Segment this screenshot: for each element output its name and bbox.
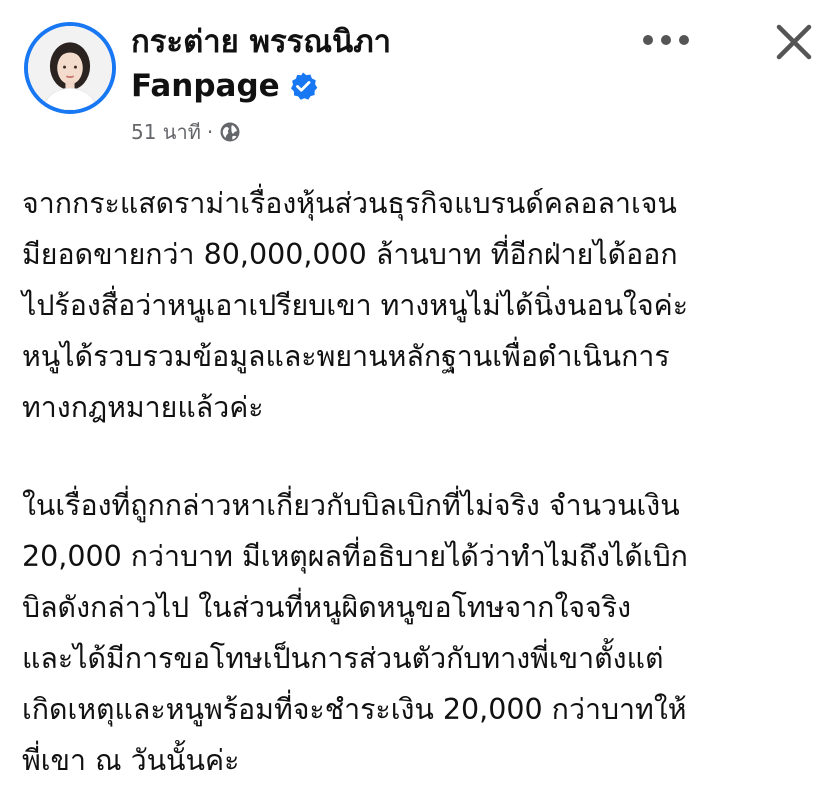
post-header: กระต่าย พรรณนิภา Fanpage 51 นาที · [0, 0, 820, 160]
post-body: จากกระแสดราม่าเรื่องหุ้นส่วนธุรกิจแบรนด์… [22, 178, 812, 786]
avatar-photo [28, 26, 112, 110]
close-button[interactable] [768, 18, 820, 70]
author-subtitle[interactable]: Fanpage [131, 66, 280, 106]
verified-badge-icon [288, 71, 318, 101]
post-timestamp[interactable]: 51 นาที [131, 118, 201, 146]
more-options-icon [638, 32, 694, 52]
post-paragraph: จากกระแสดราม่าเรื่องหุ้นส่วนธุรกิจแบรนด์… [22, 187, 689, 424]
author-subtitle-row: Fanpage [131, 66, 318, 106]
more-options-button[interactable] [638, 22, 694, 62]
close-icon [774, 22, 814, 66]
avatar[interactable] [24, 22, 116, 114]
meta-separator: · [206, 120, 214, 144]
post-paragraph: ในเรื่องที่ถูกกล่าวหาเกี่ยวกับบิลเบิกที่… [22, 489, 688, 777]
globe-icon[interactable] [219, 121, 241, 143]
post-meta: 51 นาที · [131, 118, 241, 146]
author-name[interactable]: กระต่าย พรรณนิภา [131, 22, 391, 62]
